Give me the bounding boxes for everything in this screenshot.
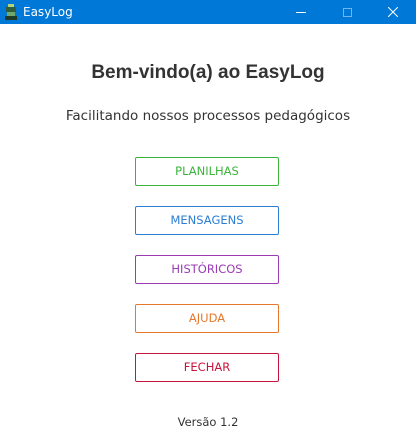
close-icon bbox=[388, 7, 398, 17]
app-icon bbox=[5, 4, 17, 20]
maximize-icon bbox=[342, 7, 352, 17]
app-window: EasyLog Bem-vindo(a) ao EasyLog Facilita… bbox=[0, 0, 416, 447]
version-label: Versão 1.2 bbox=[177, 415, 239, 429]
historicos-button[interactable]: HISTÓRICOS bbox=[135, 255, 279, 284]
ajuda-button[interactable]: AJUDA bbox=[135, 304, 279, 333]
title-bar[interactable]: EasyLog bbox=[0, 0, 416, 24]
fechar-button[interactable]: FECHAR bbox=[135, 353, 279, 382]
close-button[interactable] bbox=[370, 0, 416, 24]
window-title: EasyLog bbox=[23, 5, 73, 19]
mensagens-button[interactable]: MENSAGENS bbox=[135, 206, 279, 235]
planilhas-button[interactable]: PLANILHAS bbox=[135, 157, 279, 186]
welcome-subheading: Facilitando nossos processos pedagógicos bbox=[65, 108, 351, 124]
maximize-button[interactable] bbox=[324, 0, 370, 24]
minimize-icon bbox=[296, 11, 306, 13]
welcome-heading: Bem-vindo(a) ao EasyLog bbox=[91, 62, 325, 83]
minimize-button[interactable] bbox=[278, 0, 324, 24]
